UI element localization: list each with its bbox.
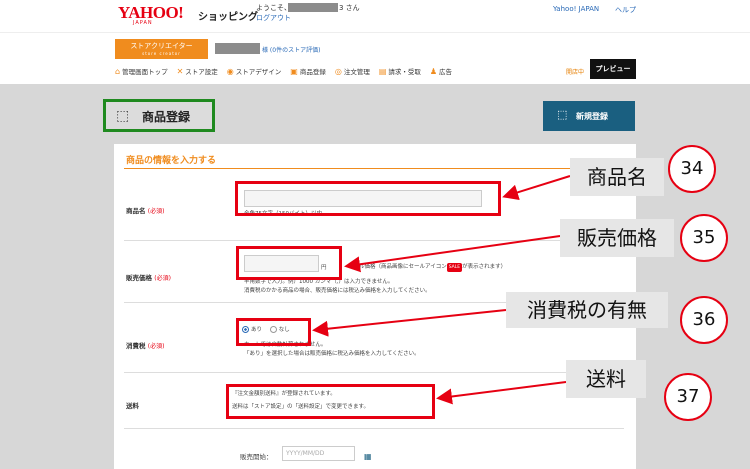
annotation-number-34: 34 xyxy=(668,145,716,193)
annotation-number-37: 37 xyxy=(664,373,712,421)
arrow-tax xyxy=(312,309,507,337)
arrow-product-name xyxy=(502,175,571,201)
callout-product-name: 商品名 xyxy=(570,158,664,196)
annotation-number-35: 35 xyxy=(680,214,728,262)
callout-tax: 消費税の有無 xyxy=(506,292,668,328)
callout-price: 販売価格 xyxy=(560,219,674,257)
callout-shipping: 送料 xyxy=(566,360,646,398)
arrow-shipping xyxy=(436,381,567,405)
annotation-number-36: 36 xyxy=(680,296,728,344)
arrow-price xyxy=(344,235,561,273)
